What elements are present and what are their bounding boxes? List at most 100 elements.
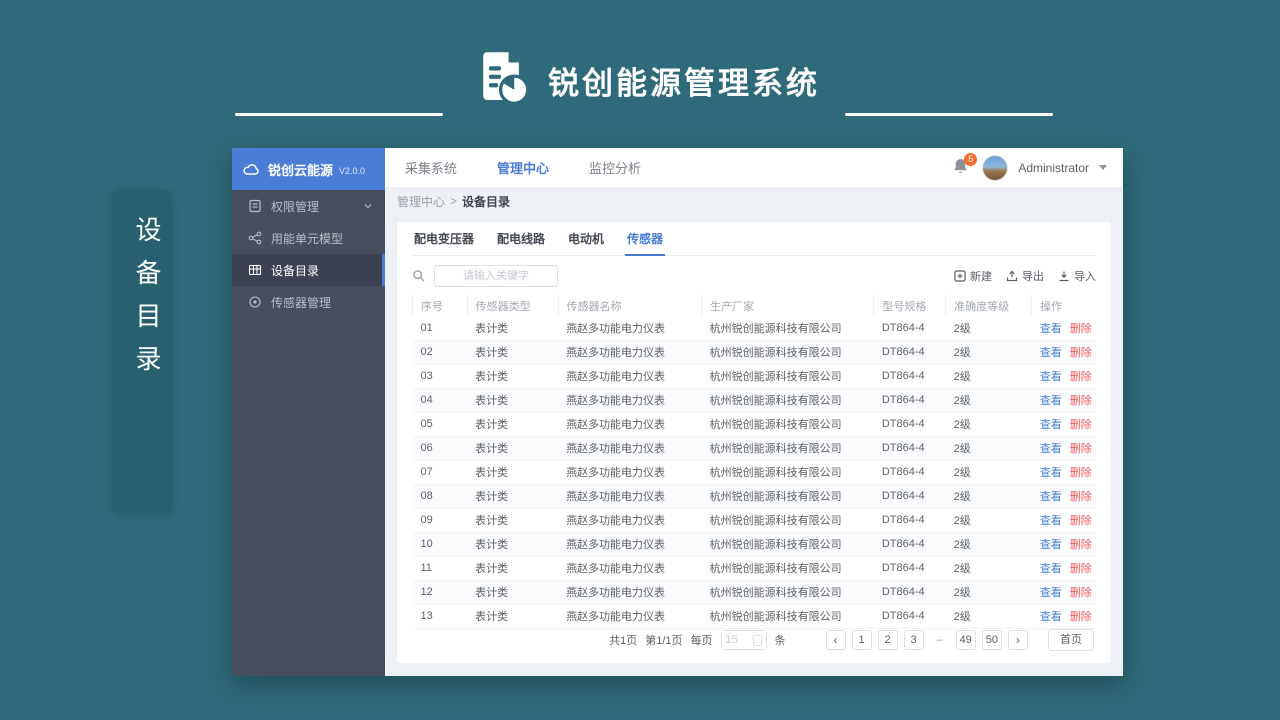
pagination-bar: 共1页 第1/1页 每页 15 条 ‹ 1 2 3–49 50 › 首页 bbox=[412, 615, 1096, 663]
delete-link[interactable]: 删除 bbox=[1070, 587, 1092, 599]
view-link[interactable]: 查看 bbox=[1040, 587, 1062, 599]
cell-sensor-type: 表计类 bbox=[467, 316, 559, 341]
export-button[interactable]: 导出 bbox=[1006, 268, 1044, 284]
per-page-label: 每页 bbox=[690, 635, 713, 647]
page-title: 锐创能源管理系统 bbox=[548, 66, 820, 101]
page-button-2[interactable]: 2 bbox=[877, 630, 898, 650]
column-header-operations: 操作 bbox=[1031, 295, 1096, 316]
sidebar-item-energy-unit-model[interactable]: 用能单元模型 bbox=[232, 222, 385, 254]
home-page-button[interactable]: 首页 bbox=[1048, 629, 1094, 651]
delete-link[interactable]: 删除 bbox=[1070, 443, 1092, 455]
import-arrow-down-icon bbox=[1058, 270, 1070, 282]
total-pages-label: 共1页 bbox=[609, 635, 638, 647]
cell-model: DT864-4 bbox=[873, 484, 946, 509]
page-button-3[interactable]: 3 bbox=[903, 630, 924, 650]
prev-page-button[interactable]: ‹ bbox=[825, 630, 846, 650]
delete-link[interactable]: 删除 bbox=[1070, 515, 1092, 527]
cell-accuracy: 2级 bbox=[945, 532, 1032, 557]
table-row: 04 表计类 燕赵多功能电力仪表 杭州锐创能源科技有限公司 DT864-4 2级… bbox=[412, 388, 1096, 413]
decorative-line-right bbox=[845, 113, 1053, 116]
view-link[interactable]: 查看 bbox=[1040, 395, 1062, 407]
cell-sensor-type: 表计类 bbox=[467, 508, 559, 533]
page-button-1[interactable]: 1 bbox=[851, 630, 872, 650]
user-avatar[interactable] bbox=[982, 154, 1009, 181]
view-link[interactable]: 查看 bbox=[1040, 443, 1062, 455]
view-link[interactable]: 查看 bbox=[1040, 539, 1062, 551]
cell-model: DT864-4 bbox=[873, 364, 946, 389]
delete-link[interactable]: 删除 bbox=[1070, 539, 1092, 551]
page-buttons: 1 2 3–49 50 bbox=[851, 630, 1002, 650]
tab-electric-motor[interactable]: 电动机 bbox=[566, 230, 606, 255]
nav-item-collection-system[interactable]: 采集系统 bbox=[405, 158, 457, 177]
cell-operations: 查看 删除 bbox=[1031, 484, 1096, 509]
table-row: 01 表计类 燕赵多功能电力仪表 杭州锐创能源科技有限公司 DT864-4 2级… bbox=[412, 316, 1096, 341]
nav-item-management-center[interactable]: 管理中心 bbox=[497, 158, 549, 177]
chevron-down-icon bbox=[363, 201, 373, 211]
cell-operations: 查看 删除 bbox=[1031, 436, 1096, 461]
tab-distribution-transformer[interactable]: 配电变压器 bbox=[412, 230, 476, 255]
cell-no: 06 bbox=[412, 436, 468, 461]
side-tag-label: 设备目录 bbox=[132, 216, 162, 388]
user-menu-caret-icon[interactable] bbox=[1099, 165, 1107, 170]
view-link[interactable]: 查看 bbox=[1040, 371, 1062, 383]
delete-link[interactable]: 删除 bbox=[1070, 395, 1092, 407]
delete-link[interactable]: 删除 bbox=[1070, 323, 1092, 335]
breadcrumb: 管理中心 > 设备目录 bbox=[385, 188, 1123, 214]
view-link[interactable]: 查看 bbox=[1040, 491, 1062, 503]
cell-model: DT864-4 bbox=[873, 340, 946, 365]
tab-sensor[interactable]: 传感器 bbox=[625, 230, 666, 256]
sidebar-item-permission-management[interactable]: 权限管理 bbox=[232, 190, 385, 222]
search-input[interactable] bbox=[434, 265, 558, 287]
page-button-50[interactable]: 50 bbox=[981, 630, 1002, 650]
cell-sensor-type: 表计类 bbox=[467, 388, 559, 413]
pagination-summary: 共1页 第1/1页 每页 15 条 bbox=[609, 630, 786, 650]
view-link[interactable]: 查看 bbox=[1040, 467, 1062, 479]
cell-accuracy: 2级 bbox=[945, 436, 1032, 461]
notification-bell-icon[interactable]: 5 bbox=[952, 152, 978, 179]
view-link[interactable]: 查看 bbox=[1040, 515, 1062, 527]
sidebar-item-device-catalog[interactable]: 设备目录 bbox=[232, 254, 385, 286]
table-row: 07 表计类 燕赵多功能电力仪表 杭州锐创能源科技有限公司 DT864-4 2级… bbox=[412, 460, 1096, 485]
new-button[interactable]: 新建 bbox=[954, 268, 992, 284]
table-row: 10 表计类 燕赵多功能电力仪表 杭州锐创能源科技有限公司 DT864-4 2级… bbox=[412, 532, 1096, 557]
table-row: 02 表计类 燕赵多功能电力仪表 杭州锐创能源科技有限公司 DT864-4 2级… bbox=[412, 340, 1096, 365]
cell-no: 04 bbox=[412, 388, 468, 413]
cell-no: 01 bbox=[412, 316, 468, 341]
import-button[interactable]: 导入 bbox=[1058, 268, 1096, 284]
sidebar-item-label: 设备目录 bbox=[271, 263, 320, 278]
sidebar-item-sensor-management[interactable]: 传感器管理 bbox=[232, 286, 385, 318]
cell-sensor-name: 燕赵多功能电力仪表 bbox=[558, 556, 702, 581]
view-link[interactable]: 查看 bbox=[1040, 323, 1062, 335]
delete-link[interactable]: 删除 bbox=[1070, 347, 1092, 359]
cell-sensor-name: 燕赵多功能电力仪表 bbox=[558, 460, 702, 485]
delete-link[interactable]: 删除 bbox=[1070, 563, 1092, 575]
breadcrumb-parent[interactable]: 管理中心 bbox=[397, 193, 445, 210]
page-button-49[interactable]: 49 bbox=[955, 630, 976, 650]
view-link[interactable]: 查看 bbox=[1040, 347, 1062, 359]
delete-link[interactable]: 删除 bbox=[1070, 419, 1092, 431]
delete-link[interactable]: 删除 bbox=[1070, 371, 1092, 383]
view-link[interactable]: 查看 bbox=[1040, 419, 1062, 431]
cell-sensor-type: 表计类 bbox=[467, 436, 559, 461]
table-row: 05 表计类 燕赵多功能电力仪表 杭州锐创能源科技有限公司 DT864-4 2级… bbox=[412, 412, 1096, 437]
per-page-select[interactable]: 15 bbox=[720, 630, 767, 650]
delete-link[interactable]: 删除 bbox=[1070, 467, 1092, 479]
cell-model: DT864-4 bbox=[873, 556, 946, 581]
nav-item-monitoring-analysis[interactable]: 监控分析 bbox=[589, 158, 641, 177]
cell-manufacturer: 杭州锐创能源科技有限公司 bbox=[701, 364, 874, 389]
table-row: 12 表计类 燕赵多功能电力仪表 杭州锐创能源科技有限公司 DT864-4 2级… bbox=[412, 580, 1096, 605]
next-page-button[interactable]: › bbox=[1008, 630, 1028, 650]
username-label[interactable]: Administrator bbox=[1018, 161, 1089, 175]
table-row: 11 表计类 燕赵多功能电力仪表 杭州锐创能源科技有限公司 DT864-4 2级… bbox=[412, 556, 1096, 581]
cell-model: DT864-4 bbox=[873, 460, 946, 485]
content-region: 配电变压器 配电线路 电动机 传感器 请输入关键字 新建 导出 导入 序号 传感… bbox=[385, 214, 1123, 676]
new-plus-square-icon bbox=[954, 270, 966, 282]
delete-link[interactable]: 删除 bbox=[1070, 491, 1092, 503]
per-page-spinner-icon[interactable] bbox=[752, 634, 762, 646]
view-link[interactable]: 查看 bbox=[1040, 563, 1062, 575]
cell-sensor-type: 表计类 bbox=[467, 484, 559, 509]
cell-manufacturer: 杭州锐创能源科技有限公司 bbox=[701, 508, 874, 533]
tab-distribution-line[interactable]: 配电线路 bbox=[495, 230, 547, 255]
column-header-sensor-type: 传感器类型 bbox=[466, 295, 559, 316]
column-header-manufacturer: 生产厂家 bbox=[701, 295, 874, 316]
